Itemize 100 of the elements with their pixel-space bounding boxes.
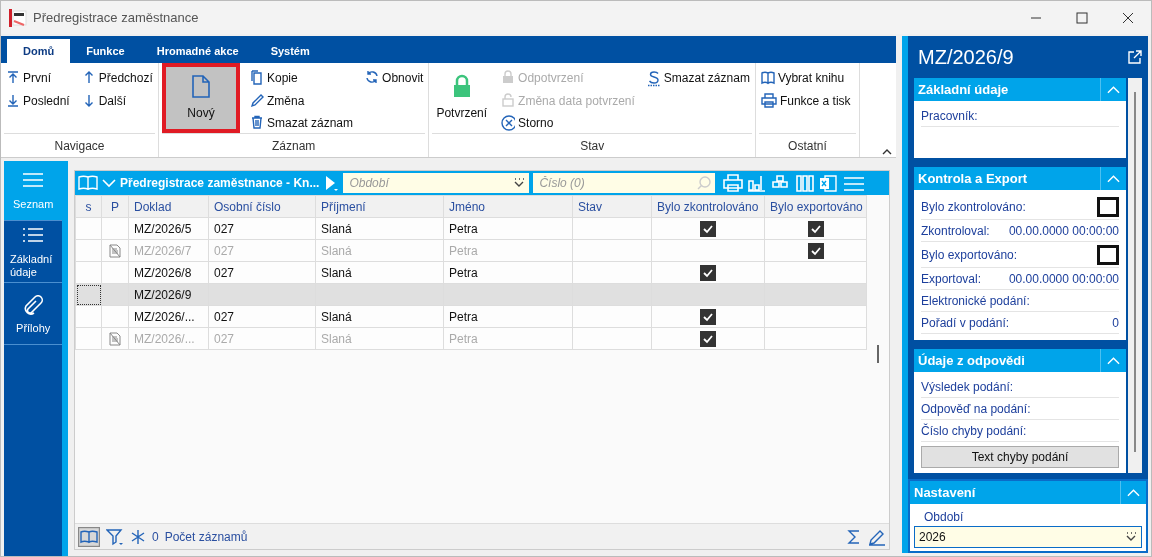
note-icon (108, 332, 122, 347)
chevron-up-icon (1107, 174, 1120, 183)
strikethrough-s-icon (646, 69, 661, 87)
field-label: Číslo chyby podání: (921, 422, 1027, 440)
column-header[interactable]: Stav (572, 195, 652, 218)
printer-icon (760, 93, 777, 109)
ribbon-button[interactable]: Poslední (4, 91, 72, 111)
book-icon[interactable] (78, 174, 98, 192)
ribbon-tab[interactable]: Hromadné akce (140, 39, 255, 63)
group-label: Ostatní (758, 133, 856, 157)
column-header[interactable]: Jméno (443, 195, 573, 218)
ribbon-button[interactable]: První (4, 68, 72, 88)
field-label: Bylo exportováno: (921, 246, 1018, 264)
period-select[interactable]: 2026 (914, 526, 1142, 548)
field-value: 0 (1112, 314, 1119, 332)
document-icon (190, 74, 212, 98)
trash-icon (250, 115, 264, 132)
field-label: Pořadí v podání: (921, 314, 1010, 332)
book-icon[interactable] (78, 526, 100, 547)
chevron-down-icon[interactable] (102, 178, 116, 188)
refresh-icon (365, 70, 380, 86)
play-icon[interactable] (323, 174, 340, 192)
spreadsheet-icon[interactable] (819, 173, 840, 193)
field-label: Odpověď na podání: (921, 400, 1031, 418)
filter-icon[interactable] (106, 527, 124, 546)
field-label: Období (923, 509, 965, 526)
ribbon-button[interactable]: Další (79, 91, 155, 111)
record-count-label: Počet záznamů (164, 528, 248, 546)
checkbox[interactable] (1097, 196, 1119, 217)
ribbon-button[interactable]: Změna (248, 90, 356, 111)
lock-icon (501, 92, 516, 109)
snowflake-icon[interactable] (130, 528, 146, 545)
copy-icon (250, 69, 264, 86)
table-row[interactable]: MZ/2026/9 (75, 283, 867, 306)
table-row[interactable]: MZ/2026/5 027 Slaná Petra (75, 217, 867, 240)
arrow-up-icon (6, 70, 20, 86)
printer-icon[interactable] (723, 173, 744, 193)
ribbon-button[interactable]: Vybrat knihu (758, 68, 853, 88)
column-header[interactable]: P (101, 195, 129, 218)
ribbon-button[interactable]: Smazat záznam (644, 68, 752, 88)
column-header[interactable]: Doklad (128, 195, 209, 218)
book-icon (760, 70, 775, 86)
field-value: 00.00.0000 00:00:00 (1008, 222, 1119, 240)
column-header[interactable]: s (75, 195, 102, 218)
table-row[interactable]: MZ/2026/8 027 Slaná Petra (75, 261, 867, 284)
ribbon-tab[interactable]: Domů (7, 39, 71, 63)
chevron-up-icon (1107, 85, 1120, 94)
record-count: 0 (152, 528, 159, 546)
field-label: Pracovník: (921, 107, 978, 125)
field-label: Elektronické podání: (921, 292, 1030, 310)
lock-icon (501, 69, 516, 86)
pop-out-icon[interactable] (1128, 50, 1142, 64)
field-label: Zkontroloval: (921, 222, 990, 240)
app-logo-icon (9, 8, 27, 27)
ribbon-button[interactable]: Smazat záznam (248, 113, 356, 133)
chevron-up-icon (1127, 488, 1140, 497)
group-label: Stav (432, 133, 752, 157)
search-icon (697, 176, 712, 190)
window-title: Předregistrace zaměstnance (33, 8, 199, 27)
column-header[interactable]: Bylo zkontrolováno (651, 195, 765, 218)
table-row[interactable]: MZ/2026/... 027 Slaná Petra (75, 305, 867, 328)
group-label: Navigace (4, 133, 155, 157)
ribbon-button[interactable]: Kopie (248, 68, 356, 88)
grid-title: Předregistrace zaměstnance - Kn... (120, 175, 320, 192)
ribbon-button[interactable]: Předchozí (79, 68, 155, 88)
scrollbar-thumb[interactable] (877, 345, 879, 363)
ribbon-tab[interactable]: Systém (254, 39, 326, 63)
field-label: Výsledek podání: (921, 378, 1014, 396)
column-header[interactable]: Osobní číslo (208, 195, 316, 218)
section-title: Základní údaje (918, 80, 1009, 99)
ribbon-button[interactable]: Potvrzení (432, 63, 492, 133)
text-button[interactable]: Text chyby podání (921, 446, 1119, 468)
ribbon-button[interactable]: Nový (162, 63, 240, 133)
collapse-caret-icon[interactable] (882, 149, 892, 155)
group-label: Záznam (162, 133, 426, 157)
columns-icon[interactable] (795, 173, 816, 193)
scrollbar-thumb[interactable] (1134, 92, 1136, 452)
dropdown-icon (513, 178, 526, 188)
ribbon-button[interactable]: Funkce a tisk (758, 91, 853, 111)
pencil-icon (250, 92, 264, 109)
field-value: 00.00.0000 00:00:00 (1008, 270, 1119, 288)
detail-title: MZ/2026/9 (918, 45, 1014, 70)
field-label: Exportoval: (921, 270, 982, 288)
note-icon (108, 244, 122, 259)
sum-icon[interactable] (846, 528, 862, 545)
chevron-up-icon (1107, 356, 1120, 365)
arrow-down-icon (6, 93, 20, 109)
section-title: Údaje z odpovědi (918, 351, 1025, 370)
field-label: Bylo zkontrolováno: (921, 198, 1026, 216)
column-header[interactable]: Příjmení (315, 195, 444, 218)
checkbox[interactable] (1097, 244, 1119, 265)
ribbon-tab[interactable]: Funkce (70, 39, 141, 63)
chart-icon[interactable] (747, 173, 768, 193)
cancel-icon (501, 115, 516, 132)
dropdown-icon (1125, 532, 1137, 542)
ribbon-button[interactable]: Obnovit (363, 68, 426, 88)
ribbon-button[interactable]: Storno (499, 113, 637, 133)
column-header[interactable]: Bylo exportováno (764, 195, 867, 218)
section-title: Kontrola a Export (918, 169, 1028, 188)
section-title: Nastavení (914, 483, 976, 502)
